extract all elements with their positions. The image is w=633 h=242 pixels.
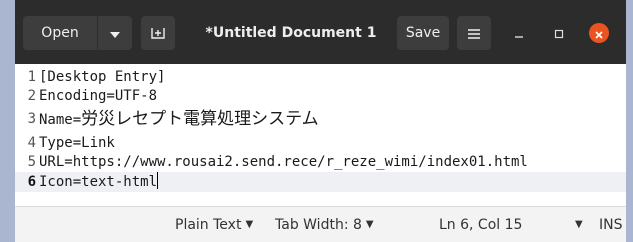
editor-line: 5 URL=https://www.rousai2.send.rece/r_re… xyxy=(15,152,528,172)
editor-line: 2 Encoding=UTF-8 xyxy=(15,86,157,106)
open-button[interactable]: Open xyxy=(23,16,97,50)
line-text-japanese: 労災レセプト電算処理システム xyxy=(81,109,319,129)
line-text: Encoding=UTF-8 xyxy=(39,88,158,104)
hamburger-menu-button[interactable] xyxy=(457,16,491,50)
text-editor-area[interactable]: 1 [Desktop Entry] 2 Encoding=UTF-8 3 Nam… xyxy=(15,64,626,206)
close-icon xyxy=(595,24,603,43)
cursor-position[interactable]: Ln 6, Col 15 xyxy=(439,215,522,235)
line-number: 6 xyxy=(27,174,36,190)
save-button[interactable]: Save xyxy=(397,16,449,50)
maximize-button[interactable] xyxy=(542,16,576,50)
minimize-icon xyxy=(514,24,524,43)
editor-line-current: 6 Icon=text-html xyxy=(15,172,626,192)
editor-line: 4 Type=Link xyxy=(15,133,115,153)
new-tab-button[interactable] xyxy=(141,16,175,50)
editor-line: 1 [Desktop Entry] xyxy=(15,67,166,87)
line-text: Type=Link xyxy=(39,135,115,151)
line-text: Name=労災レセプト電算処理システム xyxy=(39,107,319,131)
insert-mode-indicator: INS xyxy=(599,217,623,233)
minimize-button[interactable] xyxy=(502,16,536,50)
line-text: Icon=text-html xyxy=(39,174,158,190)
hamburger-icon xyxy=(468,24,480,43)
status-bar: Plain Text ▼ Tab Width: 8 ▼ Ln 6, Col 15 ▼… xyxy=(15,206,626,242)
chevron-down-icon: ▼ xyxy=(575,219,583,230)
language-label: Plain Text xyxy=(175,217,242,233)
close-button[interactable] xyxy=(582,16,616,50)
line-number: 4 xyxy=(27,135,36,151)
line-number: 1 xyxy=(27,69,36,85)
position-menu-button[interactable]: ▼ xyxy=(571,215,583,235)
editor-line: 3 Name=労災レセプト電算処理システム xyxy=(15,107,319,131)
text-cursor xyxy=(157,172,159,189)
open-menu-button[interactable] xyxy=(98,16,132,50)
chevron-down-icon xyxy=(110,24,120,43)
line-text: URL=https://www.rousai2.send.rece/r_reze… xyxy=(39,154,528,170)
line-number: 5 xyxy=(27,154,36,170)
tab-width-label: Tab Width: 8 xyxy=(275,217,362,233)
gedit-window: Open *Untitled Document 1 Save 1 [Deskto… xyxy=(15,0,626,242)
chevron-down-icon: ▼ xyxy=(245,219,254,230)
line-text-prefix: Name= xyxy=(39,112,82,128)
tab-width-selector[interactable]: Tab Width: 8 ▼ xyxy=(275,215,374,235)
new-tab-icon xyxy=(151,24,165,43)
line-number: 2 xyxy=(27,88,36,104)
line-text: [Desktop Entry] xyxy=(39,69,166,85)
chevron-down-icon: ▼ xyxy=(365,219,374,230)
line-number: 3 xyxy=(27,111,36,127)
maximize-icon xyxy=(554,24,564,43)
document-title: *Untitled Document 1 xyxy=(205,25,377,41)
language-selector[interactable]: Plain Text ▼ xyxy=(175,215,253,235)
header-bar: Open *Untitled Document 1 Save xyxy=(15,0,626,64)
